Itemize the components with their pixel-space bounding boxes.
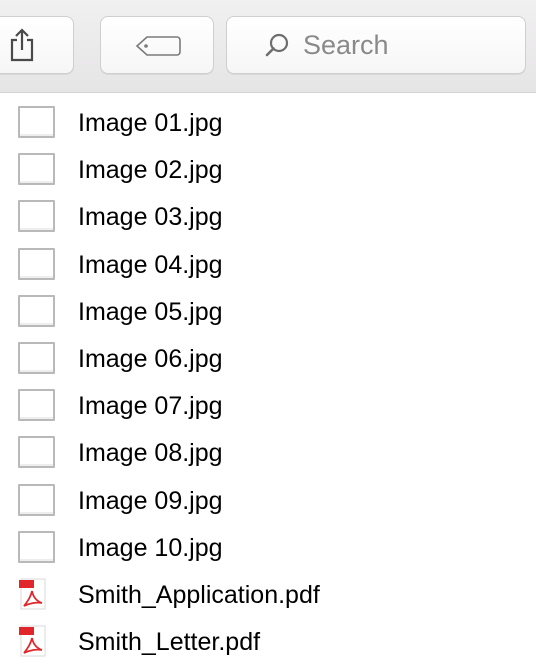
- file-name: Image 09.jpg: [78, 486, 223, 515]
- pdf-file-icon: [19, 625, 46, 657]
- file-row[interactable]: Image 10.jpg: [0, 524, 536, 571]
- file-name: Smith_Letter.pdf: [78, 628, 261, 657]
- tag-icon: [135, 36, 181, 56]
- file-row[interactable]: Image 07.jpg: [0, 382, 536, 429]
- tag-button[interactable]: [100, 16, 214, 74]
- image-file-icon: [18, 106, 55, 138]
- file-row[interactable]: Image 06.jpg: [0, 335, 536, 382]
- file-row[interactable]: Image 01.jpg: [0, 99, 536, 146]
- file-row[interactable]: Smith_Application.pdf: [0, 571, 536, 618]
- image-file-icon: [18, 530, 55, 563]
- file-name: Image 07.jpg: [78, 392, 223, 421]
- search-field[interactable]: Search: [226, 16, 526, 74]
- image-file-icon: [18, 294, 55, 327]
- file-row[interactable]: Image 04.jpg: [0, 241, 536, 288]
- file-name: Image 03.jpg: [78, 203, 223, 232]
- image-file-icon: [18, 200, 55, 233]
- image-file-icon: [18, 341, 55, 374]
- toolbar: Search: [0, 0, 536, 93]
- share-button[interactable]: [0, 16, 74, 74]
- file-row[interactable]: Image 03.jpg: [0, 193, 536, 240]
- image-file-icon: [18, 247, 55, 280]
- file-list: Image 01.jpg Image 02.jpg Image 03.jpg Imag…: [0, 99, 536, 665]
- search-placeholder: Search: [303, 30, 389, 60]
- image-file-icon: [18, 436, 55, 469]
- file-name: Image 05.jpg: [78, 297, 223, 326]
- file-name: Image 02.jpg: [78, 156, 223, 185]
- share-icon: [10, 28, 34, 62]
- file-name: Image 06.jpg: [78, 344, 223, 373]
- search-icon: [265, 33, 289, 57]
- file-row[interactable]: Image 08.jpg: [0, 429, 536, 476]
- file-name: Image 08.jpg: [78, 439, 223, 468]
- file-row[interactable]: Image 05.jpg: [0, 288, 536, 335]
- file-row[interactable]: Smith_Letter.pdf: [0, 618, 536, 665]
- file-name: Image 10.jpg: [78, 533, 223, 562]
- pdf-file-icon: [19, 578, 46, 610]
- file-name: Image 01.jpg: [78, 109, 223, 137]
- file-row[interactable]: Image 02.jpg: [0, 146, 536, 193]
- file-name: Smith_Application.pdf: [78, 580, 320, 609]
- file-name: Image 04.jpg: [78, 250, 223, 279]
- image-file-icon: [18, 389, 55, 422]
- image-file-icon: [18, 153, 55, 186]
- image-file-icon: [18, 483, 55, 516]
- file-row[interactable]: Image 09.jpg: [0, 477, 536, 524]
